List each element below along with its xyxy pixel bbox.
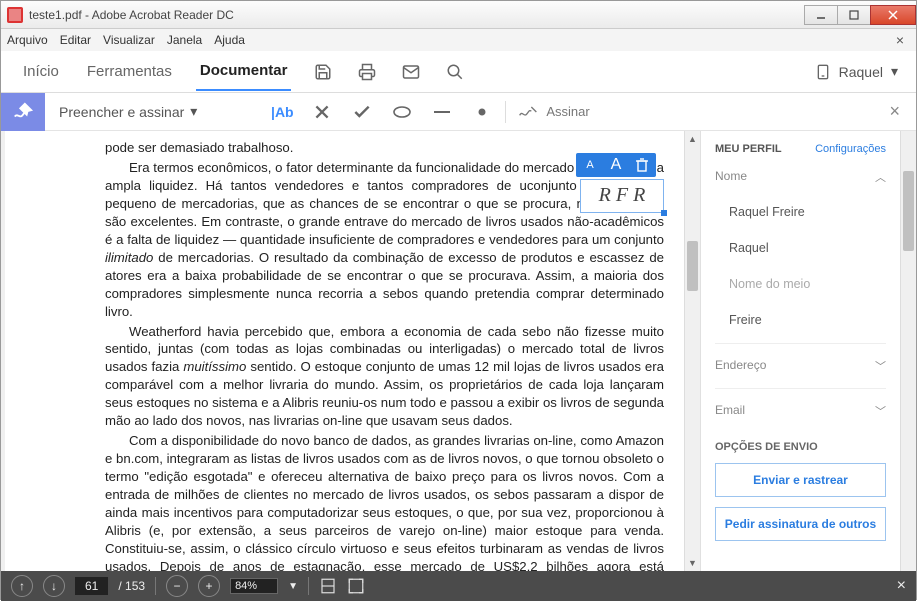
- device-icon: [815, 64, 831, 80]
- separator: [505, 101, 506, 123]
- divider: [715, 343, 886, 344]
- menu-arquivo[interactable]: Arquivo: [7, 33, 48, 47]
- scroll-up-icon[interactable]: ▲: [685, 131, 700, 147]
- menu-editar[interactable]: Editar: [60, 33, 91, 47]
- zoom-out-button[interactable]: −: [166, 575, 188, 597]
- section-endereco[interactable]: Endereço ﹀: [715, 354, 886, 378]
- delete-signature-button[interactable]: [633, 156, 651, 174]
- print-icon[interactable]: [355, 60, 379, 84]
- body-text: Com a disponibilidade do novo banco de d…: [105, 432, 664, 571]
- tab-home[interactable]: Início: [19, 53, 63, 90]
- page-number-input[interactable]: 61: [75, 577, 108, 595]
- dot-tool[interactable]: [471, 107, 493, 117]
- line-tool[interactable]: [431, 109, 453, 115]
- section-email[interactable]: Email ﹀: [715, 399, 886, 423]
- sign-dropdown[interactable]: Assinar: [518, 104, 589, 120]
- zoom-in-button[interactable]: +: [198, 575, 220, 597]
- signature-mini-toolbar: A A: [576, 153, 656, 177]
- request-signature-button[interactable]: Pedir assinatura de outros: [715, 507, 886, 541]
- document-scrollbar[interactable]: ▲ ▼: [684, 131, 700, 571]
- placed-signature[interactable]: R F R: [580, 179, 664, 213]
- pdf-file-icon: [7, 7, 23, 23]
- footer-close-button[interactable]: ×: [897, 577, 906, 595]
- chevron-down-icon: ﹀: [875, 358, 886, 374]
- chevron-down-icon: ▾: [190, 103, 197, 120]
- tab-document[interactable]: Documentar: [196, 52, 292, 91]
- window-title: teste1.pdf - Adobe Acrobat Reader DC: [29, 8, 234, 22]
- settings-link[interactable]: Configurações: [815, 143, 886, 155]
- chevron-up-icon: ︿: [875, 169, 886, 185]
- window-close-button[interactable]: [870, 5, 916, 25]
- menu-visualizar[interactable]: Visualizar: [103, 33, 155, 47]
- mail-icon[interactable]: [399, 60, 423, 84]
- size-increase-button[interactable]: A: [607, 156, 625, 174]
- chevron-down-icon[interactable]: ▼: [288, 581, 298, 592]
- window-minimize-button[interactable]: [804, 5, 838, 25]
- menu-janela[interactable]: Janela: [167, 33, 202, 47]
- section-endereco-label: Endereço: [715, 358, 766, 374]
- signature-icon: [518, 104, 538, 120]
- send-options-header: OPÇÕES DE ENVIO: [715, 441, 886, 453]
- window-maximize-button[interactable]: [837, 5, 871, 25]
- main-toolbar: Início Ferramentas Documentar Raquel ▾: [1, 51, 916, 93]
- profile-fullname[interactable]: Raquel Freire: [715, 199, 886, 225]
- separator: [155, 577, 156, 595]
- checkmark-tool[interactable]: [351, 105, 373, 119]
- circle-tool[interactable]: [391, 106, 413, 118]
- fill-sign-label: Preencher e assinar: [59, 104, 184, 120]
- sign-label: Assinar: [546, 104, 589, 119]
- document-viewport[interactable]: pode ser demasiado trabalhoso. Era termo…: [1, 131, 700, 571]
- window-titlebar: teste1.pdf - Adobe Acrobat Reader DC: [1, 1, 916, 29]
- tab-tools[interactable]: Ferramentas: [83, 53, 176, 90]
- scrollbar-thumb[interactable]: [687, 241, 698, 291]
- panel-scrollbar[interactable]: [900, 131, 916, 571]
- body-text: Weatherford havia percebido que, embora …: [105, 323, 664, 431]
- chevron-down-icon: ﹀: [875, 403, 886, 419]
- chevron-down-icon: ▾: [891, 63, 898, 80]
- menubar: Arquivo Editar Visualizar Janela Ajuda ×: [1, 29, 916, 51]
- send-track-button[interactable]: Enviar e rastrear: [715, 463, 886, 497]
- page-footer-toolbar: ↑ ↓ 61 / 153 − + ▼ ×: [1, 571, 916, 601]
- profile-lastname[interactable]: Freire: [715, 307, 886, 333]
- search-icon[interactable]: [443, 60, 467, 84]
- pdf-page: pode ser demasiado trabalhoso. Era termo…: [5, 131, 684, 571]
- user-menu[interactable]: Raquel ▾: [815, 63, 898, 80]
- section-nome-label: Nome: [715, 169, 747, 185]
- separator: [308, 577, 309, 595]
- page-up-button[interactable]: ↑: [11, 575, 33, 597]
- menubar-close-doc-button[interactable]: ×: [896, 32, 910, 48]
- section-nome[interactable]: Nome ︿: [715, 165, 886, 189]
- add-text-tool[interactable]: |Ab: [271, 104, 293, 120]
- user-name: Raquel: [839, 64, 883, 80]
- menu-ajuda[interactable]: Ajuda: [214, 33, 245, 47]
- fill-sign-tool-icon[interactable]: [1, 93, 45, 131]
- page-down-button[interactable]: ↓: [43, 575, 65, 597]
- zoom-input[interactable]: [230, 578, 278, 594]
- panel-header: MEU PERFIL: [715, 143, 782, 155]
- right-panel: MEU PERFIL Configurações Nome ︿ Raquel F…: [700, 131, 900, 571]
- x-mark-tool[interactable]: [311, 105, 333, 119]
- fill-sign-toolbar: Preencher e assinar ▾ |Ab Assinar ×: [1, 93, 916, 131]
- scroll-down-icon[interactable]: ▼: [685, 555, 700, 571]
- save-icon[interactable]: [311, 60, 335, 84]
- fit-width-icon[interactable]: [319, 577, 337, 595]
- fit-page-icon[interactable]: [347, 577, 365, 595]
- profile-firstname[interactable]: Raquel: [715, 235, 886, 261]
- size-decrease-button[interactable]: A: [581, 156, 599, 174]
- section-email-label: Email: [715, 403, 745, 419]
- page-total-label: / 153: [118, 579, 145, 593]
- profile-middlename[interactable]: Nome do meio: [715, 271, 886, 297]
- divider: [715, 388, 886, 389]
- scrollbar-thumb[interactable]: [903, 171, 914, 251]
- fill-sign-dropdown[interactable]: Preencher e assinar ▾: [45, 103, 211, 120]
- close-toolbar-button[interactable]: ×: [889, 101, 916, 122]
